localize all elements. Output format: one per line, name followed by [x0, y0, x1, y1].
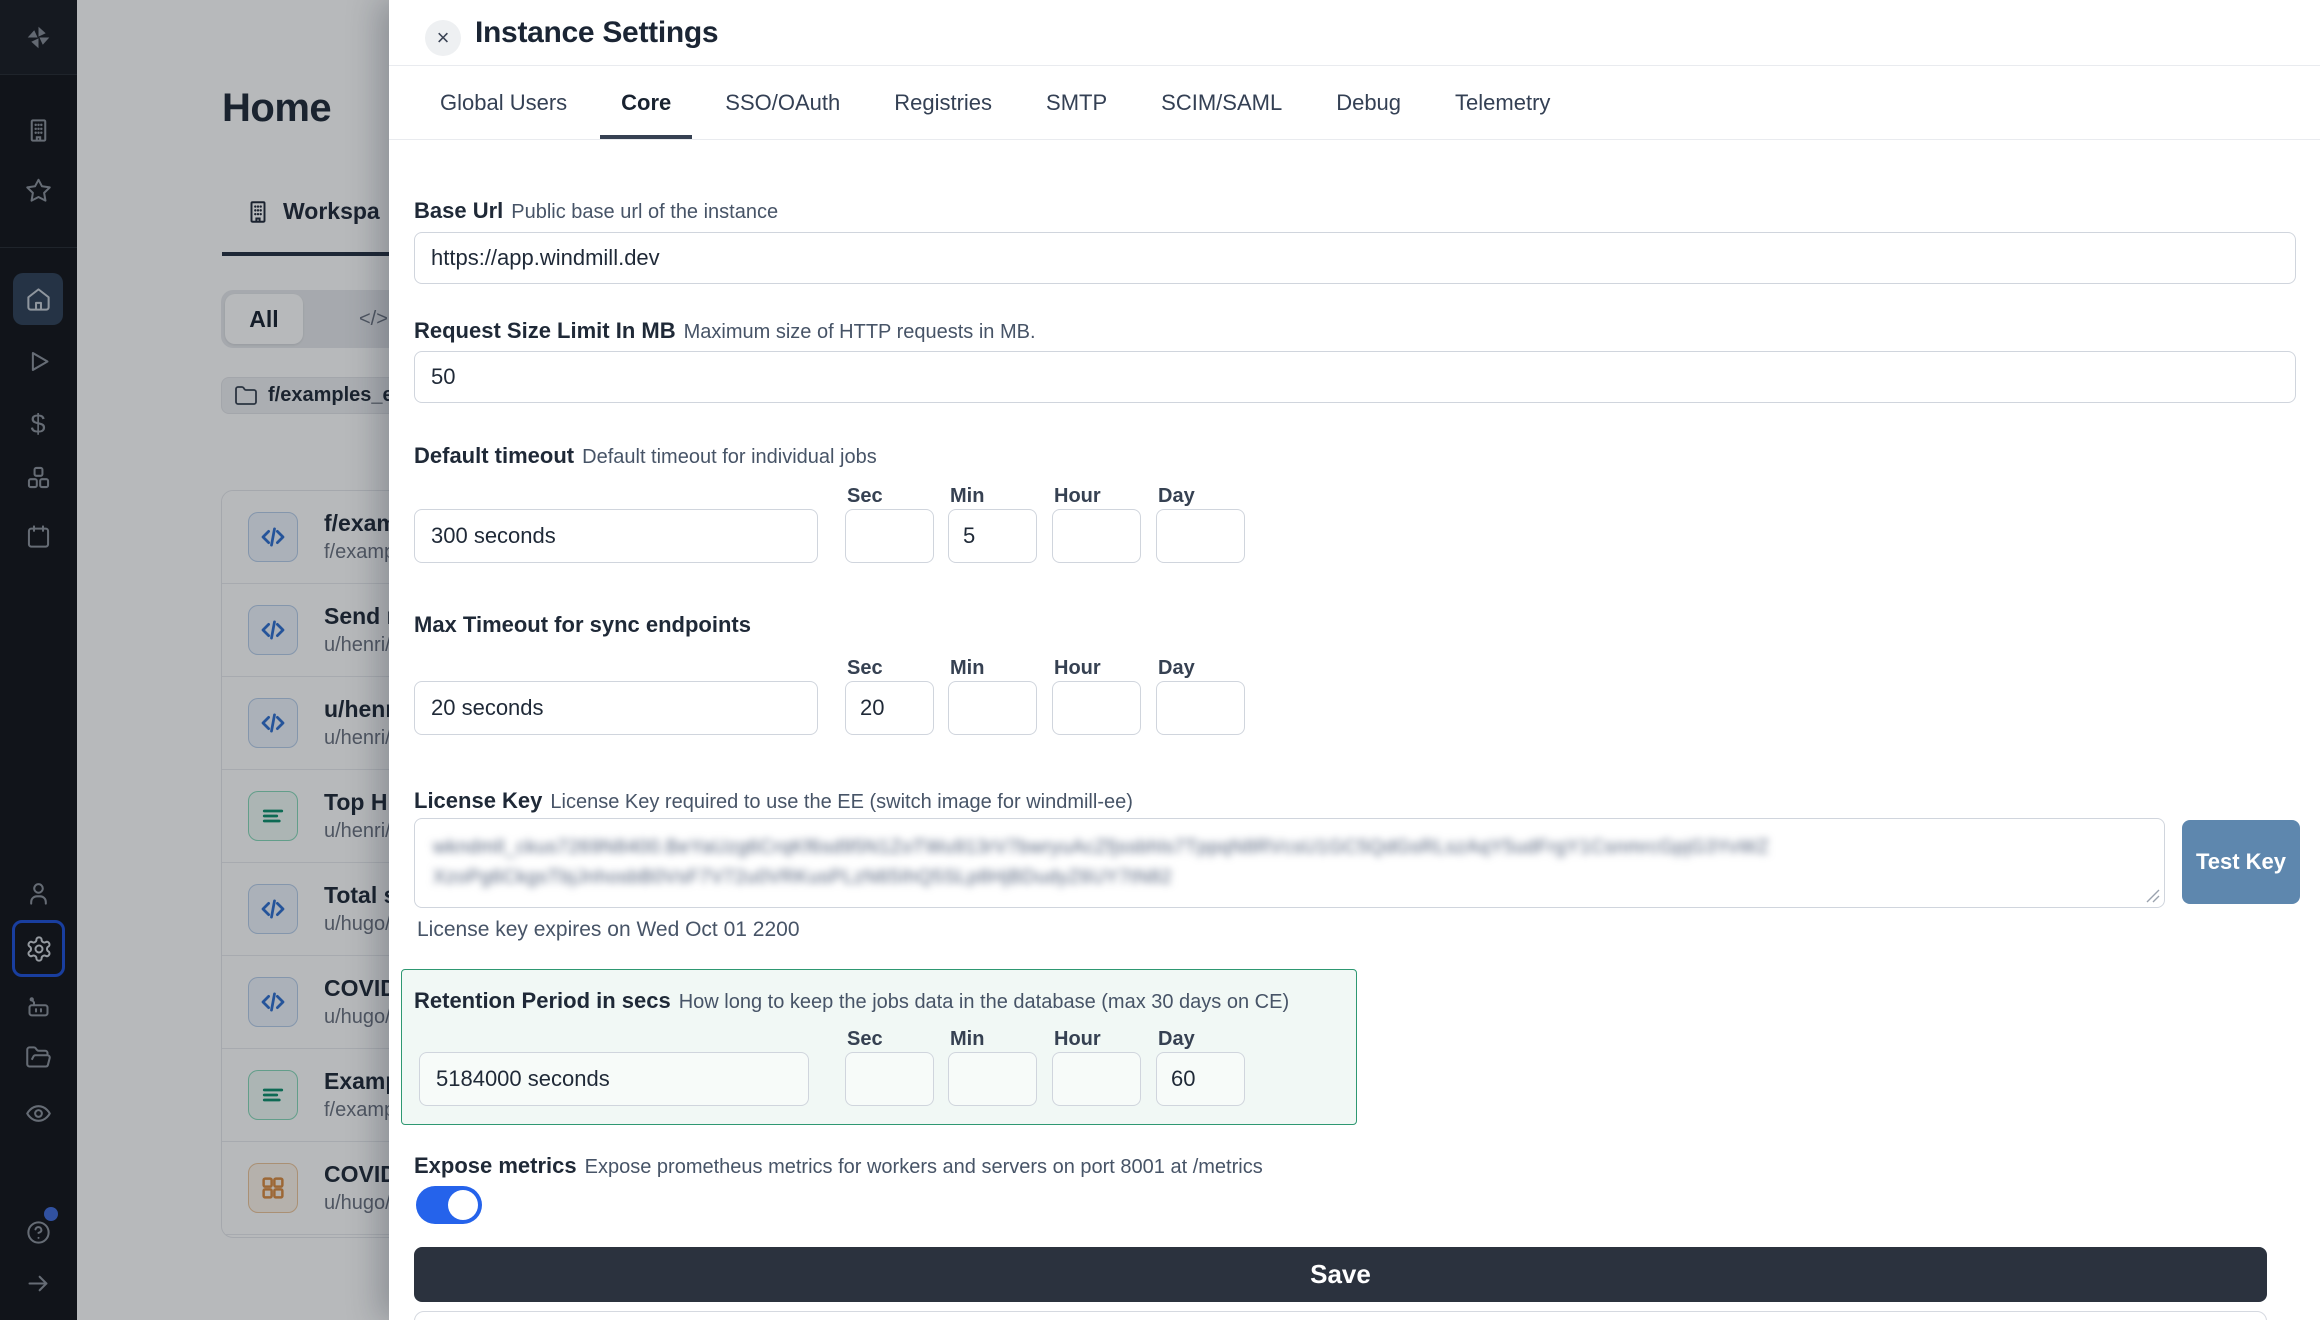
field-label: Max Timeout for sync endpoints — [414, 612, 751, 637]
unit-label-sec: Sec — [847, 657, 883, 680]
unit-label-day: Day — [1158, 1028, 1195, 1051]
modal-header: × Instance Settings — [389, 0, 2320, 66]
save-button[interactable]: Save — [414, 1247, 2267, 1302]
max-timeout-day-input[interactable] — [1156, 681, 1245, 735]
retention-day-input[interactable] — [1156, 1052, 1245, 1106]
license-key-textarea[interactable]: wkndmll_ckus7269N8400.BeYaUzg6CrqKf6sd95… — [414, 818, 2165, 908]
default-timeout-hour-input[interactable] — [1052, 509, 1141, 563]
screen: Home Workspa All </> Sc f/examples_e f/e… — [0, 0, 2320, 1320]
field-label: Default timeout — [414, 443, 574, 468]
retention-label-row: Retention Period in secs How long to keep… — [414, 988, 2296, 1014]
field-description: Expose prometheus metrics for workers an… — [585, 1156, 1263, 1178]
retention-sec-input[interactable] — [845, 1052, 934, 1106]
instance-settings-modal: × Instance Settings Global Users Core SS… — [389, 0, 2320, 1320]
default-timeout-label-row: Default timeout Default timeout for indiv… — [414, 443, 2296, 469]
tab-scim-saml[interactable]: SCIM/SAML — [1140, 66, 1303, 139]
tab-core[interactable]: Core — [600, 66, 692, 139]
expose-metrics-label-row: Expose metrics Expose prometheus metrics … — [414, 1153, 2296, 1179]
max-timeout-input[interactable] — [414, 681, 818, 735]
test-key-button[interactable]: Test Key — [2182, 820, 2300, 904]
unit-label-day: Day — [1158, 657, 1195, 680]
toggle-knob — [448, 1190, 478, 1220]
field-description: How long to keep the jobs data in the da… — [679, 991, 1289, 1013]
retention-hour-input[interactable] — [1052, 1052, 1141, 1106]
tab-smtp[interactable]: SMTP — [1025, 66, 1128, 139]
tab-global-users[interactable]: Global Users — [419, 66, 588, 139]
license-key-masked-line: XzoPg6CkgsTbjJnhosbB0VsF7V72u0VRKusPLzN6… — [433, 863, 2146, 893]
max-timeout-min-input[interactable] — [948, 681, 1037, 735]
tab-debug[interactable]: Debug — [1315, 66, 1422, 139]
tab-registries[interactable]: Registries — [873, 66, 1013, 139]
unit-label-sec: Sec — [847, 1028, 883, 1051]
retention-input[interactable] — [419, 1052, 809, 1106]
field-description: License Key required to use the EE (swit… — [550, 791, 1132, 813]
default-timeout-day-input[interactable] — [1156, 509, 1245, 563]
base-url-input[interactable] — [414, 232, 2296, 284]
request-size-label-row: Request Size Limit In MB Maximum size of … — [414, 318, 2296, 344]
unit-label-min: Min — [950, 657, 984, 680]
license-expiry-note: License key expires on Wed Oct 01 2200 — [417, 918, 800, 942]
modal-backdrop[interactable] — [0, 0, 389, 1320]
unit-label-hour: Hour — [1054, 657, 1101, 680]
field-label: License Key — [414, 788, 542, 813]
base-url-label-row: Base Url Public base url of the instance — [414, 198, 2296, 224]
license-key-label-row: License Key License Key required to use t… — [414, 788, 2296, 814]
unit-label-min: Min — [950, 485, 984, 508]
settings-tabs: Global Users Core SSO/OAuth Registries S… — [389, 66, 2320, 140]
max-timeout-label-row: Max Timeout for sync endpoints — [414, 612, 2296, 638]
retention-min-input[interactable] — [948, 1052, 1037, 1106]
max-timeout-sec-input[interactable] — [845, 681, 934, 735]
unit-label-sec: Sec — [847, 485, 883, 508]
request-size-input[interactable] — [414, 351, 2296, 403]
field-description: Default timeout for individual jobs — [582, 446, 877, 468]
field-description: Public base url of the instance — [511, 201, 778, 223]
field-label: Expose metrics — [414, 1153, 577, 1178]
field-label: Retention Period in secs — [414, 988, 671, 1013]
default-timeout-sec-input[interactable] — [845, 509, 934, 563]
field-label: Request Size Limit In MB — [414, 318, 676, 343]
next-section-peek — [414, 1311, 2267, 1320]
default-timeout-min-input[interactable] — [948, 509, 1037, 563]
unit-label-day: Day — [1158, 485, 1195, 508]
tab-sso-oauth[interactable]: SSO/OAuth — [704, 66, 861, 139]
tab-telemetry[interactable]: Telemetry — [1434, 66, 1571, 139]
field-label: Base Url — [414, 198, 503, 223]
license-key-masked-line: wkndmll_ckus7269N8400.BeYaUzg6CrqKf6sd95… — [433, 833, 2146, 863]
close-icon[interactable]: × — [425, 20, 461, 56]
unit-label-hour: Hour — [1054, 485, 1101, 508]
unit-label-hour: Hour — [1054, 1028, 1101, 1051]
resize-handle-icon[interactable] — [2146, 889, 2160, 903]
default-timeout-input[interactable] — [414, 509, 818, 563]
modal-title: Instance Settings — [475, 16, 718, 50]
max-timeout-hour-input[interactable] — [1052, 681, 1141, 735]
expose-metrics-toggle[interactable] — [416, 1186, 482, 1224]
unit-label-min: Min — [950, 1028, 984, 1051]
field-description: Maximum size of HTTP requests in MB. — [684, 321, 1036, 343]
